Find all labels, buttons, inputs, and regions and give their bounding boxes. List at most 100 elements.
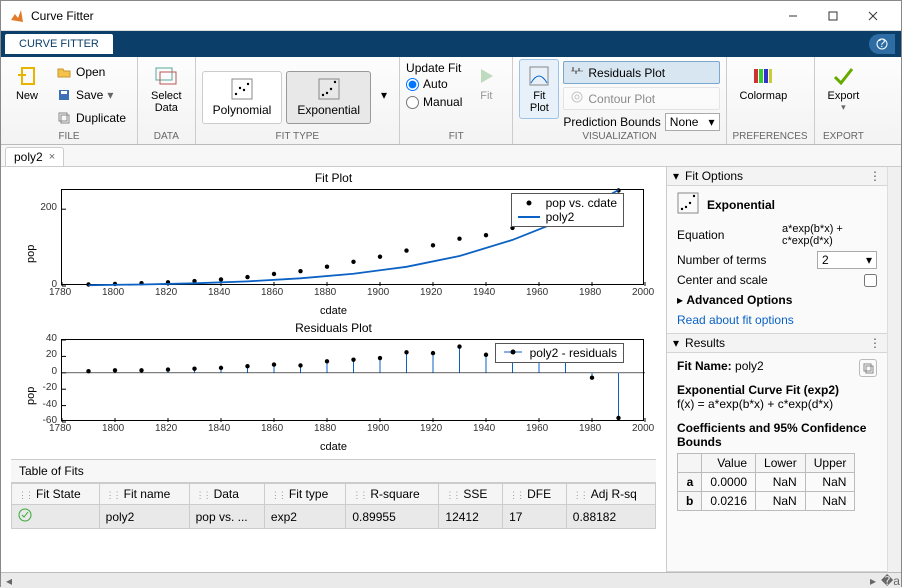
table-row: b0.0216NaNNaN <box>678 492 855 511</box>
update-fit-label: Update Fit <box>406 61 462 75</box>
open-button[interactable]: Open <box>51 61 131 83</box>
nterms-label: Number of terms <box>677 253 817 267</box>
equation-text: a*exp(b*x) + c*exp(d*x) <box>782 223 877 247</box>
group-label-export: EXPORT <box>821 131 867 144</box>
more-icon[interactable]: ⋮ <box>869 336 881 350</box>
fit-button: Fit <box>466 59 506 107</box>
more-icon[interactable]: ⋮ <box>869 169 881 183</box>
doc-tab-poly2[interactable]: poly2 × <box>5 147 64 166</box>
fit-plot-chart[interactable]: pop 178018001820184018601880190019201940… <box>11 185 656 303</box>
save-icon <box>56 87 72 103</box>
results-header[interactable]: ▾ Results ⋮ <box>667 334 887 353</box>
tof-col-data[interactable]: Data <box>189 484 264 505</box>
chevron-down-icon: ▾ <box>841 102 846 113</box>
collapse-icon: ▾ <box>673 169 679 183</box>
fit-type-name: Exponential <box>707 198 775 212</box>
table-row[interactable]: poly2 pop vs. ... exp2 0.89955 12412 17 … <box>12 505 656 529</box>
save-button[interactable]: Save▾ <box>51 84 131 106</box>
residuals-plot-toggle[interactable]: Residuals Plot <box>563 61 719 84</box>
statusbar: ◂ ▸ �а <box>1 572 901 588</box>
fit-name-label: Fit Name: <box>677 359 732 373</box>
help-button[interactable]: ? <box>869 34 895 54</box>
select-data-icon <box>154 64 178 88</box>
coefficients-table: ValueLowerUpper a0.0000NaNNaN b0.0216NaN… <box>677 453 855 511</box>
minimize-button[interactable] <box>773 1 813 31</box>
coef-title: Coefficients and 95% Confidence Bounds <box>677 421 866 449</box>
fit-plot-ylabel: pop <box>25 245 37 263</box>
collapse-icon: ▾ <box>673 336 679 350</box>
close-button[interactable] <box>853 1 893 31</box>
prediction-bounds-select[interactable]: None▾ <box>665 113 720 131</box>
exponential-icon <box>677 192 699 217</box>
fittype-exponential-button[interactable]: Exponential <box>286 71 371 124</box>
tof-header-row: Fit State Fit name Data Fit type R-squar… <box>12 484 656 505</box>
vertical-scrollbar[interactable] <box>887 167 901 572</box>
document-tabstrip: poly2 × <box>1 145 901 167</box>
tof-col-name[interactable]: Fit name <box>99 484 189 505</box>
tof-col-sse[interactable]: SSE <box>439 484 503 505</box>
ribbon-tabbar: CURVE FITTER ? <box>1 31 901 57</box>
exponential-icon <box>318 78 340 103</box>
close-tab-icon[interactable]: × <box>49 151 55 163</box>
titlebar: Curve Fitter <box>1 1 901 31</box>
fit-plot-title: Fit Plot <box>11 171 656 185</box>
duplicate-icon <box>56 110 72 126</box>
tof-col-type[interactable]: Fit type <box>264 484 345 505</box>
table-of-fits[interactable]: Fit State Fit name Data Fit type R-squar… <box>11 483 656 529</box>
colormap-button[interactable]: Colormap <box>733 59 795 107</box>
tof-col-adjr2[interactable]: Adj R-sq <box>566 484 655 505</box>
residuals-chart[interactable]: pop 178018001820184018601880190019201940… <box>11 335 656 439</box>
fit-options-header[interactable]: ▾ Fit Options ⋮ <box>667 167 887 186</box>
tof-col-state[interactable]: Fit State <box>12 484 100 505</box>
ribbon-tab-curvefitter[interactable]: CURVE FITTER <box>5 34 113 54</box>
tof-col-dfe[interactable]: DFE <box>503 484 567 505</box>
matlab-logo-icon <box>9 8 25 24</box>
copy-results-button[interactable] <box>859 359 877 377</box>
manual-radio[interactable]: Manual <box>406 95 462 109</box>
side-panel: ▾ Fit Options ⋮ Exponential Equationa*ex… <box>667 167 887 572</box>
results-fx: f(x) = a*exp(b*x) + c*exp(d*x) <box>677 397 877 411</box>
scroll-left-button[interactable]: ◂ <box>1 574 17 588</box>
play-icon <box>474 64 498 88</box>
maximize-button[interactable] <box>813 1 853 31</box>
new-button[interactable]: New <box>7 59 47 107</box>
group-label-prefs: PREFERENCES <box>733 131 808 144</box>
colormap-icon <box>751 64 775 88</box>
fittype-gallery-expand[interactable]: ▾ <box>375 67 393 123</box>
residuals-icon <box>570 64 584 81</box>
chevron-down-icon: ▾ <box>708 115 714 129</box>
export-button[interactable]: Export▾ <box>821 59 867 118</box>
table-row: a0.0000NaNNaN <box>678 473 855 492</box>
auto-radio[interactable]: Auto <box>406 77 462 91</box>
restore-layout-button[interactable]: �а <box>881 574 897 588</box>
select-data-button[interactable]: Select Data <box>144 59 189 119</box>
window-title: Curve Fitter <box>31 9 773 23</box>
advanced-options-toggle[interactable]: Advanced Options <box>686 293 792 307</box>
read-about-fit-options-link[interactable]: Read about fit options <box>677 313 877 327</box>
svg-text:?: ? <box>879 38 886 50</box>
nterms-select[interactable]: 2▾ <box>817 251 877 269</box>
fit-name-value: poly2 <box>735 359 764 373</box>
group-label-fittype: FIT TYPE <box>202 131 393 144</box>
fit-plot-icon <box>527 64 551 88</box>
check-icon <box>831 64 855 88</box>
prediction-bounds-label: Prediction Bounds <box>563 115 660 129</box>
group-label-viz: VISUALIZATION <box>519 131 719 144</box>
group-label-data: DATA <box>144 131 189 144</box>
chevron-down-icon: ▾ <box>866 253 872 267</box>
duplicate-button[interactable]: Duplicate <box>51 107 131 129</box>
new-icon <box>15 64 39 88</box>
fit-plot-toggle[interactable]: Fit Plot <box>519 59 559 119</box>
polynomial-icon <box>231 78 253 103</box>
center-scale-checkbox[interactable] <box>864 274 877 287</box>
table-of-fits-title: Table of Fits <box>11 459 656 483</box>
scroll-right-button[interactable]: ▸ <box>865 574 881 588</box>
fittype-polynomial-button[interactable]: Polynomial <box>202 71 283 124</box>
chevron-down-icon: ▾ <box>107 88 113 102</box>
expand-icon[interactable]: ▸ <box>677 293 683 307</box>
residuals-plot-title: Residuals Plot <box>11 321 656 335</box>
contour-icon <box>570 90 584 107</box>
center-scale-label: Center and scale <box>677 273 864 287</box>
chevron-down-icon: ▾ <box>381 88 387 102</box>
tof-col-r2[interactable]: R-square <box>346 484 439 505</box>
